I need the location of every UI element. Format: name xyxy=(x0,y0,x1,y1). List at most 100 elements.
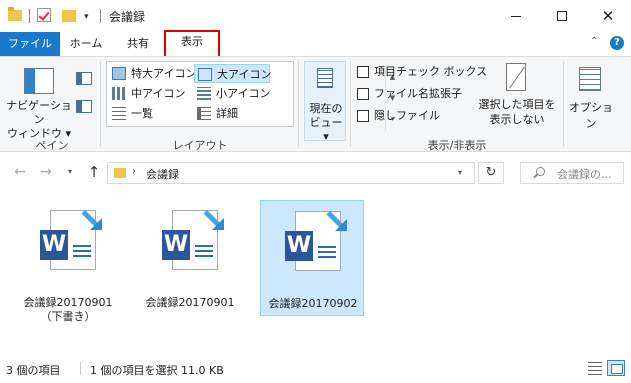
checkbox[interactable] xyxy=(357,66,369,78)
minimize-icon xyxy=(511,15,521,17)
hide-selected-items-button[interactable]: 選択した項目を 表示しない xyxy=(476,97,558,127)
layout-item-label: 小アイコン xyxy=(216,87,271,100)
checkbox-label: 項目チェック ボックス xyxy=(374,65,488,78)
shortcut-arrow-icon xyxy=(323,207,349,233)
help-icon[interactable]: ? xyxy=(610,36,624,50)
back-arrow-icon[interactable]: ← xyxy=(12,163,28,181)
word-logo-icon: W xyxy=(40,230,68,260)
layout-list[interactable]: 一覧 xyxy=(109,104,193,123)
collapse-ribbon-chevron-icon[interactable]: ⌃ xyxy=(590,36,602,48)
layout-item-label: 特大アイコン xyxy=(131,67,197,80)
options-icon[interactable] xyxy=(579,67,601,91)
checkbox-label: 隠しファイル xyxy=(374,109,440,122)
text-lines xyxy=(195,245,213,257)
file-name: 会議録20170901 xyxy=(145,296,235,309)
checkbox[interactable] xyxy=(357,110,369,122)
word-document-icon: W xyxy=(158,208,224,276)
group-divider xyxy=(100,61,101,147)
layout-item-label: 詳細 xyxy=(216,107,238,120)
minimize-button[interactable] xyxy=(493,0,539,32)
group-divider xyxy=(298,61,299,147)
layout-small-icons[interactable]: 小アイコン xyxy=(194,84,270,103)
tab-home[interactable]: ホーム xyxy=(60,32,112,56)
group-divider xyxy=(563,61,564,147)
file-item-selected[interactable]: W 会議録20170902 xyxy=(260,200,364,316)
up-arrow-icon[interactable]: ↑ xyxy=(86,163,102,181)
maximize-button[interactable] xyxy=(539,0,585,32)
window-title: 会議録 xyxy=(109,10,146,24)
file-extensions-toggle[interactable]: ファイル名拡張子 xyxy=(356,85,462,103)
checkbox-label: ファイル名拡張子 xyxy=(374,87,462,100)
search-placeholder: 会議録の... xyxy=(557,168,612,181)
navigation-pane-icon[interactable] xyxy=(24,68,54,94)
large-icons-view-icon[interactable] xyxy=(607,360,625,376)
medium-icons-icon xyxy=(112,87,126,100)
search-icon xyxy=(536,167,545,176)
checkbox[interactable] xyxy=(357,88,369,100)
address-row: ← → ▾ ↑ › 会議録 ▾ ↻ 会議録の... xyxy=(0,160,631,186)
details-pane-icon[interactable] xyxy=(76,100,92,113)
layout-item-label: 中アイコン xyxy=(131,87,186,100)
properties-check-icon[interactable] xyxy=(37,8,51,22)
text-lines xyxy=(318,246,336,258)
layout-extra-large-icons[interactable]: 特大アイコン xyxy=(109,64,197,83)
folder-icon xyxy=(114,168,126,178)
hide-selected-items-icon[interactable] xyxy=(500,63,536,99)
layout-item-label: 一覧 xyxy=(131,107,153,120)
selection-info: 1 個の項目を選択 11.0 KB xyxy=(90,364,224,377)
layout-item-label: 大アイコン xyxy=(217,68,272,81)
navigation-pane-button[interactable]: ナビゲーション ウィンドウ ▾ xyxy=(6,99,72,141)
list-icon xyxy=(112,107,126,120)
tab-share[interactable]: 共有 xyxy=(112,32,164,56)
title-separator xyxy=(100,9,101,23)
ribbon-panel: ナビゲーション ウィンドウ ▾ ペイン 特大アイコン 大アイコン 中アイコン 小… xyxy=(0,56,631,152)
toolbar-separator xyxy=(29,9,30,23)
file-name: 会議録20170902 xyxy=(268,297,358,310)
breadcrumb[interactable]: 会議録 xyxy=(146,166,179,182)
recent-locations-chevron-icon[interactable]: ▾ xyxy=(62,163,78,181)
status-bar: 3 個の項目 1 個の項目を選択 11.0 KB xyxy=(0,358,631,380)
layout-medium-icons[interactable]: 中アイコン xyxy=(109,84,193,103)
item-checkboxes-toggle[interactable]: 項目チェック ボックス xyxy=(356,63,487,81)
preview-pane-icon[interactable] xyxy=(76,72,92,85)
small-icons-icon xyxy=(197,87,211,100)
word-logo-icon: W xyxy=(285,231,313,261)
shortcut-arrow-icon xyxy=(200,206,226,232)
refresh-button[interactable]: ↻ xyxy=(478,162,504,184)
customize-quick-access-chevron-icon[interactable]: ▾ xyxy=(84,12,94,22)
layout-details[interactable]: 詳細 xyxy=(194,104,270,123)
group-divider xyxy=(350,61,351,147)
title-bar: ▾ 会議録 ✕ xyxy=(0,0,631,32)
status-separator xyxy=(80,362,81,375)
word-logo-icon: W xyxy=(162,230,190,260)
options-button[interactable]: オプション xyxy=(566,99,616,131)
file-item[interactable]: W 会議録20170901 xyxy=(138,200,242,316)
address-bar[interactable]: › 会議録 ▾ xyxy=(107,162,475,184)
ribbon-tabs: ファイル ホーム 共有 表示 ⌃ ? xyxy=(0,30,631,58)
sort-by-icon xyxy=(317,68,333,88)
large-icons-icon xyxy=(198,68,212,81)
show-hide-group-label: 表示/非表示 xyxy=(427,139,487,152)
layout-group-label: レイアウト xyxy=(172,139,228,152)
folder-icon xyxy=(8,7,22,21)
forward-arrow-icon[interactable]: → xyxy=(38,163,54,181)
word-document-icon: W xyxy=(36,208,102,276)
text-lines xyxy=(73,245,91,257)
tab-view[interactable]: 表示 xyxy=(164,30,220,58)
layout-large-icons[interactable]: 大アイコン xyxy=(194,64,272,83)
extra-large-icons-icon xyxy=(112,67,126,80)
hidden-items-toggle[interactable]: 隠しファイル xyxy=(356,107,440,125)
tab-file[interactable]: ファイル xyxy=(0,32,60,56)
breadcrumb-chevron-icon[interactable]: › xyxy=(132,166,136,177)
address-history-chevron-icon[interactable]: ▾ xyxy=(458,168,462,177)
file-name: 会議録20170901 （下書き） xyxy=(23,296,113,323)
word-document-icon: W xyxy=(281,209,347,277)
item-count: 3 個の項目 xyxy=(6,364,61,377)
details-icon xyxy=(197,107,211,120)
close-button[interactable]: ✕ xyxy=(585,0,631,32)
file-item[interactable]: W 会議録20170901 （下書き） xyxy=(16,200,120,323)
details-view-icon[interactable] xyxy=(588,361,602,375)
new-folder-icon[interactable] xyxy=(62,10,76,22)
current-view-button[interactable]: 現在の ビュー ▾ xyxy=(304,61,346,143)
search-input[interactable]: 会議録の... xyxy=(520,162,624,184)
